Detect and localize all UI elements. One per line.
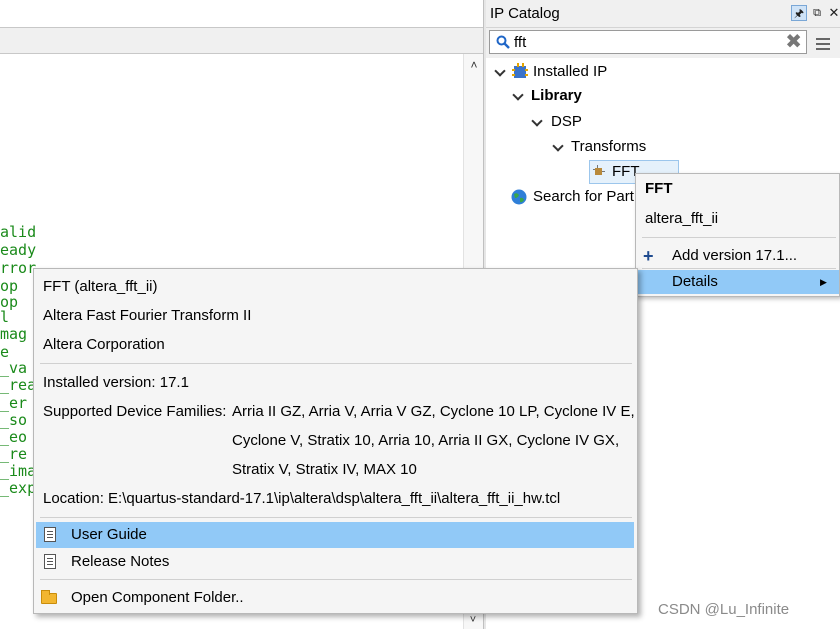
add-version-menu-item[interactable]: + Add version 17.1...	[636, 244, 839, 268]
ip-core-icon	[593, 165, 605, 175]
tree-item-search-partner[interactable]: Search for Part	[510, 186, 638, 208]
menu-divider	[642, 237, 836, 238]
left-toolbar	[0, 0, 486, 28]
open-component-folder-menu-item[interactable]: Open Component Folder..	[36, 585, 634, 611]
search-box[interactable]: ✖	[489, 30, 807, 54]
user-guide-menu-item[interactable]: User Guide	[36, 522, 634, 548]
folder-icon	[41, 590, 57, 604]
code-line: _rea	[0, 376, 37, 394]
context-menu-header: FFT	[645, 180, 673, 197]
families-line: Cyclone V, Stratix 10, Arria 10, Arria I…	[232, 432, 620, 449]
release-notes-menu-item[interactable]: Release Notes	[36, 549, 634, 575]
scroll-down-icon[interactable]: ˅	[465, 614, 481, 629]
float-window-icon[interactable]: ⧉	[809, 5, 825, 21]
ip-vendor: Altera Corporation	[43, 336, 165, 353]
families-label: Supported Device Families:	[43, 403, 227, 420]
chevron-down-icon[interactable]	[552, 136, 564, 158]
ip-name: FFT (altera_fft_ii)	[43, 278, 158, 295]
menu-divider	[642, 268, 836, 269]
document-icon	[44, 527, 56, 542]
add-icon: +	[643, 246, 654, 266]
globe-icon	[511, 189, 527, 205]
search-row: ✖	[486, 28, 840, 58]
chevron-down-icon[interactable]	[512, 85, 524, 107]
tree-label: DSP	[551, 113, 582, 130]
menu-item-label: Release Notes	[71, 553, 170, 570]
installed-version: Installed version: 17.1	[43, 374, 189, 391]
scroll-up-icon[interactable]: ˄	[464, 56, 484, 74]
families-line: Arria II GZ, Arria V, Arria V GZ, Cyclon…	[232, 403, 635, 420]
code-line: _va	[0, 359, 28, 377]
submenu-arrow-icon: ▶	[820, 277, 827, 287]
code-line: _re	[0, 445, 28, 463]
menu-divider	[40, 517, 632, 518]
menu-item-label: Details	[672, 273, 718, 290]
code-line: rror	[0, 259, 37, 277]
chevron-down-icon[interactable]	[494, 61, 506, 83]
code-line: _exp	[0, 479, 37, 497]
tree-label: Transforms	[571, 138, 647, 155]
tree-label: Library	[531, 87, 582, 104]
menu-divider	[40, 579, 632, 580]
details-popup: FFT (altera_fft_ii) Altera Fast Fourier …	[33, 268, 638, 614]
menu-item-label: Add version 17.1...	[672, 247, 798, 264]
clear-search-icon[interactable]: ✖	[785, 31, 802, 53]
menu-item-label: Open Component Folder..	[71, 589, 244, 606]
code-line: mag	[0, 325, 28, 343]
context-menu-subheader: altera_fft_ii	[645, 210, 719, 227]
code-line: l	[0, 308, 10, 326]
code-line: _er	[0, 394, 28, 412]
search-input[interactable]	[514, 32, 780, 52]
families-line: Stratix V, Stratix IV, MAX 10	[232, 461, 417, 478]
search-icon	[496, 35, 510, 49]
tree-label: Installed IP	[533, 63, 608, 80]
tree-item-installed-ip[interactable]: Installed IP	[494, 61, 694, 83]
close-icon[interactable]: ✕	[826, 5, 840, 21]
tree-item-library[interactable]: Library	[512, 85, 712, 107]
code-line: _so	[0, 411, 28, 429]
menu-item-label: User Guide	[71, 526, 147, 543]
document-icon	[44, 554, 56, 569]
watermark: CSDN @Lu_Infinite	[658, 601, 790, 618]
context-menu: FFT altera_fft_ii + Add version 17.1... …	[635, 173, 840, 297]
pin-icon[interactable]: 🖈	[791, 5, 807, 21]
ip-full-name: Altera Fast Fourier Transform II	[43, 307, 252, 324]
details-menu-item[interactable]: Details ▶	[636, 270, 839, 294]
left-tab-bar	[0, 28, 486, 54]
ip-library-icon	[512, 63, 528, 78]
chevron-down-icon[interactable]	[531, 111, 543, 133]
menu-divider	[40, 363, 632, 364]
code-line: alid	[0, 223, 37, 241]
code-line: _eo	[0, 428, 28, 446]
catalog-menu-icon[interactable]	[812, 32, 836, 54]
tree-label: Search for Part	[533, 188, 634, 205]
code-line: _ima	[0, 462, 37, 480]
code-line: eady	[0, 241, 37, 259]
ip-catalog-title: IP Catalog	[490, 5, 560, 22]
ip-location: Location: E:\quartus-standard-17.1\ip\al…	[43, 490, 561, 507]
tree-item-dsp[interactable]: DSP	[531, 111, 731, 133]
ip-catalog-titlebar: IP Catalog 🖈 ⧉ ✕	[486, 0, 840, 28]
tree-item-transforms[interactable]: Transforms	[552, 136, 752, 158]
